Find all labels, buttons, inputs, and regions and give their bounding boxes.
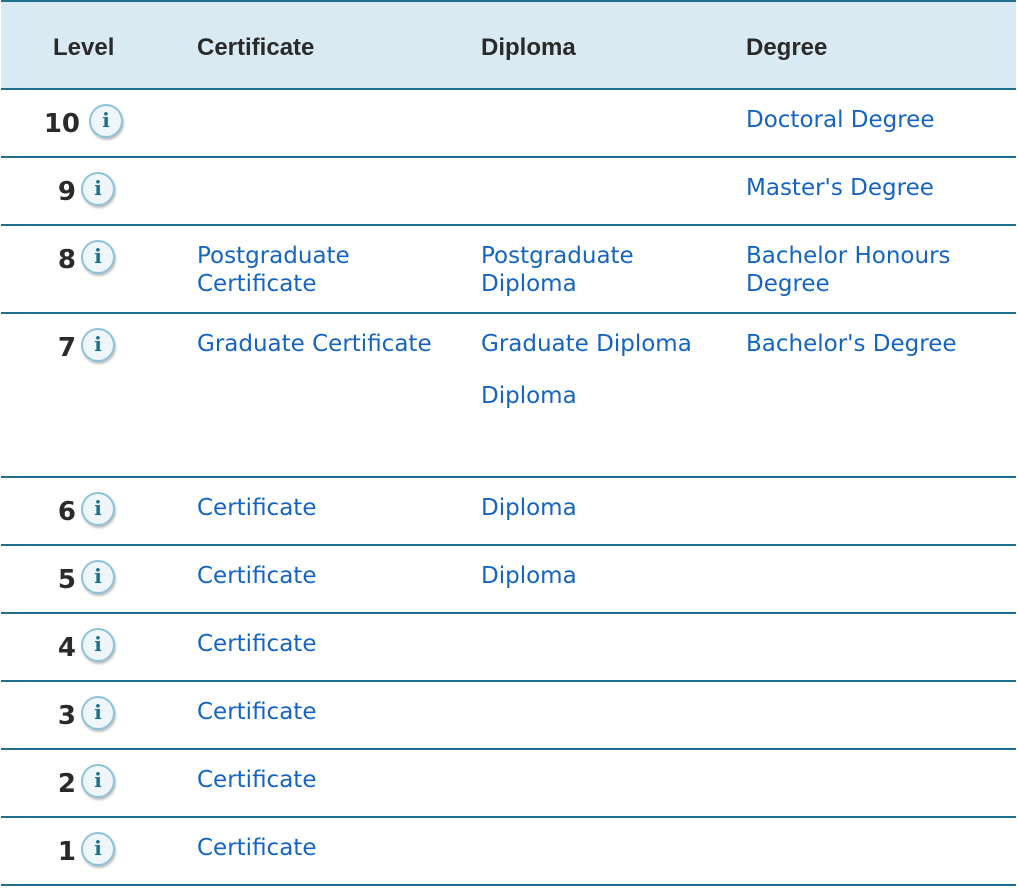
- degree-link[interactable]: Bachelor's Degree: [746, 330, 1016, 358]
- degree-cell: Bachelor Honours Degree: [746, 242, 1016, 298]
- info-icon-glyph: i: [94, 564, 102, 588]
- info-icon[interactable]: i: [81, 240, 115, 274]
- certificate-link[interactable]: Certificate: [197, 698, 457, 726]
- level-number: 6: [57, 497, 76, 527]
- certificate-link[interactable]: Graduate Certificate: [197, 330, 457, 358]
- info-icon-glyph: i: [94, 632, 102, 656]
- info-icon-glyph: i: [94, 176, 102, 200]
- level-number: 4: [57, 633, 76, 663]
- table-header: Level Certificate Diploma Degree: [1, 2, 1016, 90]
- diploma-cell: Postgraduate Diploma: [481, 242, 731, 298]
- degree-cell: Doctoral Degree: [746, 106, 1016, 134]
- certificate-link[interactable]: Certificate: [197, 834, 457, 862]
- info-icon[interactable]: i: [81, 328, 115, 362]
- table-body: 10 i Doctoral Degree 9 i Master's Degree 8 i Pos…: [1, 90, 1016, 886]
- diploma-link[interactable]: Diploma: [481, 562, 731, 590]
- table-row: 6 i Certificate Diploma: [1, 478, 1016, 546]
- info-icon-glyph: i: [94, 700, 102, 724]
- table-row: 8 i Postgraduate Certificate Postgraduate D…: [1, 226, 1016, 314]
- diploma-cell: Diploma: [481, 562, 731, 590]
- certificate-cell: Certificate: [197, 766, 457, 794]
- level-number: 2: [57, 769, 76, 799]
- header-degree: Degree: [746, 34, 828, 61]
- degree-link[interactable]: Doctoral Degree: [746, 106, 1016, 134]
- info-icon[interactable]: i: [81, 628, 115, 662]
- table-row: 5 i Certificate Diploma: [1, 546, 1016, 614]
- level-number: 9: [57, 177, 76, 207]
- certificate-link[interactable]: Postgraduate Certificate: [197, 242, 457, 298]
- header-certificate: Certificate: [197, 34, 315, 61]
- level-number: 5: [57, 565, 76, 595]
- level-number: 8: [57, 245, 76, 275]
- table-row: 10 i Doctoral Degree: [1, 90, 1016, 158]
- level-number: 3: [57, 701, 76, 731]
- table-row: 1 i Certificate: [1, 818, 1016, 886]
- certificate-link[interactable]: Certificate: [197, 562, 457, 590]
- diploma-link[interactable]: Diploma: [481, 382, 731, 410]
- info-icon[interactable]: i: [81, 560, 115, 594]
- certificate-link[interactable]: Certificate: [197, 494, 457, 522]
- certificate-cell: Postgraduate Certificate: [197, 242, 457, 298]
- certificate-cell: Graduate Certificate: [197, 330, 457, 358]
- info-icon-glyph: i: [94, 244, 102, 268]
- header-diploma: Diploma: [481, 34, 576, 61]
- header-level: Level: [53, 34, 115, 61]
- info-icon-glyph: i: [94, 496, 102, 520]
- degree-link[interactable]: Master's Degree: [746, 174, 1016, 202]
- info-icon[interactable]: i: [81, 832, 115, 866]
- info-icon-glyph: i: [94, 332, 102, 356]
- diploma-cell: Graduate Diploma Diploma: [481, 330, 731, 410]
- certificate-link[interactable]: Certificate: [197, 630, 457, 658]
- info-icon-glyph: i: [102, 108, 110, 132]
- info-icon[interactable]: i: [81, 696, 115, 730]
- info-icon[interactable]: i: [81, 764, 115, 798]
- table-row: 2 i Certificate: [1, 750, 1016, 818]
- table-row: 7 i Graduate Certificate Graduate Diploma Di…: [1, 314, 1016, 478]
- table-row: 3 i Certificate: [1, 682, 1016, 750]
- certificate-cell: Certificate: [197, 630, 457, 658]
- info-icon-glyph: i: [94, 768, 102, 792]
- certificate-cell: Certificate: [197, 698, 457, 726]
- info-icon[interactable]: i: [81, 172, 115, 206]
- certificate-cell: Certificate: [197, 494, 457, 522]
- degree-cell: Master's Degree: [746, 174, 1016, 202]
- table-row: 9 i Master's Degree: [1, 158, 1016, 226]
- degree-cell: Bachelor's Degree: [746, 330, 1016, 358]
- certificate-cell: Certificate: [197, 834, 457, 862]
- certificate-cell: Certificate: [197, 562, 457, 590]
- certificate-link[interactable]: Certificate: [197, 766, 457, 794]
- info-icon[interactable]: i: [89, 104, 123, 138]
- level-number: 7: [57, 333, 76, 363]
- info-icon[interactable]: i: [81, 492, 115, 526]
- diploma-link[interactable]: Diploma: [481, 494, 731, 522]
- degree-link[interactable]: Bachelor Honours Degree: [746, 242, 1016, 298]
- diploma-link[interactable]: Postgraduate Diploma: [481, 242, 731, 298]
- qualifications-table: Level Certificate Diploma Degree 10 i Doct…: [1, 0, 1016, 886]
- diploma-link[interactable]: Graduate Diploma: [481, 330, 731, 358]
- level-number: 10: [43, 109, 80, 139]
- diploma-cell: Diploma: [481, 494, 731, 522]
- level-number: 1: [57, 837, 76, 867]
- table-row: 4 i Certificate: [1, 614, 1016, 682]
- info-icon-glyph: i: [94, 836, 102, 860]
